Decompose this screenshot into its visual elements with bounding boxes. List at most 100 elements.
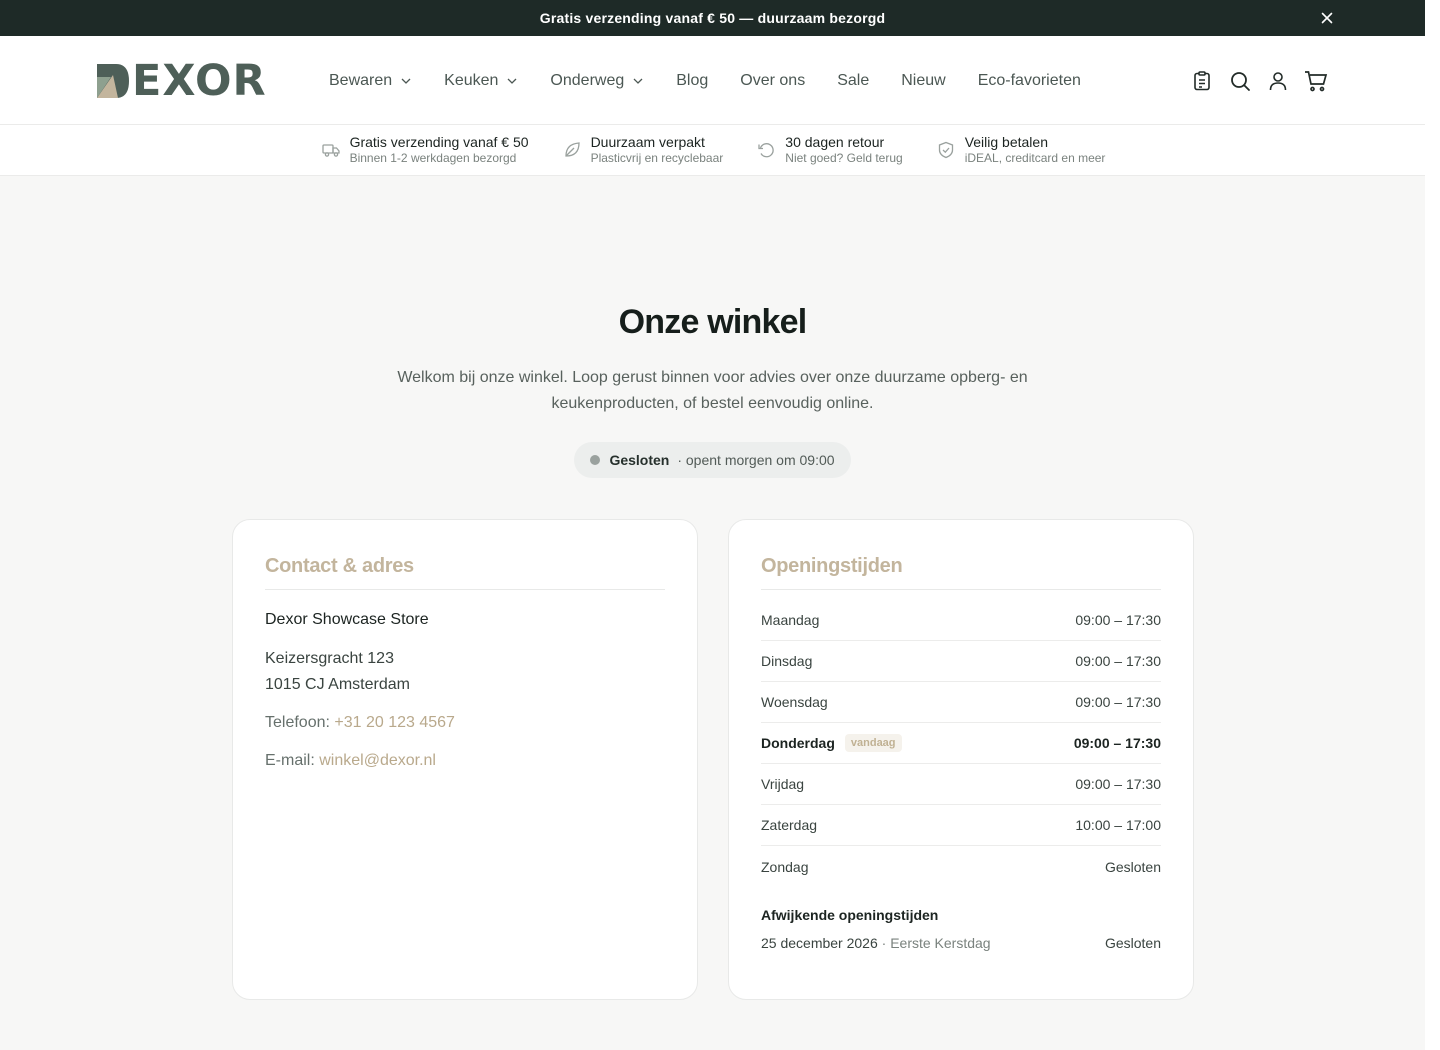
email-line: E-mail: winkel@dexor.nl bbox=[265, 748, 665, 774]
address-city: 1015 CJ Amsterdam bbox=[265, 676, 410, 693]
usp-subtitle: Niet goed? Geld terug bbox=[785, 151, 903, 165]
brand-logo[interactable]: EXOR bbox=[96, 56, 267, 106]
deviating-date: 25 december 2026 bbox=[761, 935, 878, 951]
leaf-icon bbox=[564, 142, 580, 157]
usp-title: Veilig betalen bbox=[964, 134, 1048, 150]
day-hours: 09:00 – 17:30 bbox=[1075, 653, 1161, 669]
page-title: Onze winkel bbox=[618, 303, 808, 341]
main-nav: Bewaren Keuken Onderweg Blog Over ons Sa… bbox=[329, 36, 1113, 125]
brand-name: EXOR bbox=[132, 56, 267, 106]
today-badge: vandaag bbox=[844, 734, 902, 752]
phone-label: Telefoon: bbox=[265, 714, 330, 731]
announcement-text: Gratis verzending vanaf € 50 — duurzaam … bbox=[539, 10, 886, 26]
deviating-hours-title: Afwijkende openingstijden bbox=[761, 907, 939, 923]
nav-item-onderweg[interactable]: Onderweg bbox=[550, 72, 644, 90]
day-hours: 09:00 – 17:30 bbox=[1075, 776, 1161, 792]
hours-row: Woensdag 09:00 – 17:30 bbox=[761, 682, 1161, 723]
store-address: Keizersgracht 123 1015 CJ Amsterdam bbox=[265, 646, 665, 698]
day-hours: 09:00 – 17:30 bbox=[1075, 694, 1161, 710]
day-cell: Donderdag vandaag bbox=[761, 734, 902, 752]
email-label: E-mail: bbox=[265, 752, 315, 769]
usp-item-payment: Veilig betalen iDEAL, creditcard en meer bbox=[937, 134, 1106, 166]
nav-item-bewaren[interactable]: Bewaren bbox=[329, 72, 412, 90]
announcement-bar: Gratis verzending vanaf € 50 — duurzaam … bbox=[0, 0, 1425, 36]
status-detail: · opent morgen om 09:00 bbox=[677, 452, 835, 468]
account-icon[interactable] bbox=[1266, 69, 1290, 93]
hours-row: Zondag Gesloten bbox=[761, 846, 1161, 887]
deviating-note: · Eerste Kerstdag bbox=[881, 935, 991, 951]
status-dot-icon bbox=[590, 455, 601, 465]
deviating-status: Gesloten bbox=[1104, 935, 1161, 951]
day-hours: 10:00 – 17:00 bbox=[1075, 817, 1161, 833]
nav-item-eco-favorieten[interactable]: Eco-favorieten bbox=[978, 72, 1081, 90]
usp-item-shipping: Gratis verzending vanaf € 50 Binnen 1-2 … bbox=[321, 134, 529, 166]
phone-link[interactable]: +31 20 123 4567 bbox=[334, 714, 455, 731]
day-name: Woensdag bbox=[761, 694, 828, 710]
usp-title: Gratis verzending vanaf € 50 bbox=[349, 134, 529, 150]
store-info-cards: Contact & adres Dexor Showcase Store Kei… bbox=[232, 519, 1194, 1000]
hours-row: Maandag 09:00 – 17:30 bbox=[761, 600, 1161, 641]
day-name: Vrijdag bbox=[761, 776, 805, 792]
chevron-down-icon bbox=[507, 78, 517, 84]
nav-label: Bewaren bbox=[329, 71, 393, 89]
return-icon bbox=[758, 143, 775, 158]
day-name: Dinsdag bbox=[761, 653, 813, 669]
deviating-hours-row: 25 december 2026 · Eerste Kerstdag Geslo… bbox=[761, 935, 1161, 951]
search-icon[interactable] bbox=[1228, 69, 1252, 93]
hours-table: Maandag 09:00 – 17:30 Dinsdag 09:00 – 17… bbox=[761, 600, 1161, 887]
nav-label: Over ons bbox=[740, 71, 806, 89]
day-hours: 09:00 – 17:30 bbox=[1075, 612, 1161, 628]
shield-icon bbox=[938, 141, 953, 159]
usp-subtitle: iDEAL, creditcard en meer bbox=[964, 151, 1106, 165]
opening-hours-title: Openingstijden bbox=[761, 553, 1161, 590]
hours-row-today: Donderdag vandaag 09:00 – 17:30 bbox=[761, 723, 1161, 764]
nav-item-nieuw[interactable]: Nieuw bbox=[901, 72, 945, 90]
day-name: Zaterdag bbox=[761, 817, 818, 833]
nav-label: Keuken bbox=[444, 71, 499, 89]
logo-mark-icon bbox=[97, 64, 129, 98]
scrollbar-track[interactable] bbox=[1425, 0, 1440, 1050]
truck-icon bbox=[321, 144, 340, 157]
clipboard-icon[interactable] bbox=[1190, 69, 1214, 93]
status-badge: Gesloten · opent morgen om 09:00 bbox=[574, 442, 851, 478]
nav-label: Nieuw bbox=[901, 71, 946, 89]
close-icon[interactable] bbox=[1319, 10, 1335, 26]
deviating-date-cell: 25 december 2026 · Eerste Kerstdag bbox=[761, 935, 991, 951]
usp-item-packaging: Duurzaam verpakt Plasticvrij en recycleb… bbox=[563, 134, 723, 166]
day-name: Maandag bbox=[761, 612, 820, 628]
day-name: Donderdag bbox=[761, 735, 835, 751]
header-actions bbox=[1190, 36, 1342, 125]
cart-icon[interactable] bbox=[1304, 69, 1328, 93]
nav-label: Eco-favorieten bbox=[977, 71, 1081, 89]
store-name: Dexor Showcase Store bbox=[265, 611, 429, 628]
phone-line: Telefoon: +31 20 123 4567 bbox=[265, 710, 665, 736]
page: Gratis verzending vanaf € 50 — duurzaam … bbox=[0, 0, 1425, 1050]
chevron-down-icon bbox=[633, 78, 643, 84]
chevron-down-icon bbox=[401, 78, 411, 84]
usp-item-returns: 30 dagen retour Niet goed? Geld terug bbox=[757, 134, 903, 166]
usp-bar: Gratis verzending vanaf € 50 Binnen 1-2 … bbox=[0, 125, 1425, 176]
email-link[interactable]: winkel@dexor.nl bbox=[319, 752, 436, 769]
nav-label: Blog bbox=[676, 71, 709, 89]
day-name: Zondag bbox=[761, 858, 809, 875]
status-label: Gesloten bbox=[609, 452, 670, 468]
usp-title: Duurzaam verpakt bbox=[590, 134, 705, 150]
site-header: EXOR Bewaren Keuken Onderweg Blog Over o… bbox=[0, 36, 1425, 125]
hours-row: Dinsdag 09:00 – 17:30 bbox=[761, 641, 1161, 682]
opening-hours-card: Openingstijden Maandag 09:00 – 17:30 Din… bbox=[728, 519, 1194, 1000]
nav-item-keuken[interactable]: Keuken bbox=[444, 72, 518, 90]
day-hours: 09:00 – 17:30 bbox=[1073, 735, 1161, 751]
nav-item-blog[interactable]: Blog bbox=[676, 72, 708, 90]
intro-text: Welkom bij onze winkel. Loop gerust binn… bbox=[397, 369, 1028, 412]
nav-label: Sale bbox=[837, 71, 870, 89]
usp-subtitle: Binnen 1-2 werkdagen bezorgd bbox=[349, 151, 517, 165]
nav-item-over-ons[interactable]: Over ons bbox=[740, 72, 805, 90]
day-hours: Gesloten bbox=[1104, 858, 1161, 875]
hours-row: Zaterdag 10:00 – 17:00 bbox=[761, 805, 1161, 846]
nav-item-sale[interactable]: Sale bbox=[837, 72, 869, 90]
store-hero: Onze winkel Welkom bij onze winkel. Loop… bbox=[0, 176, 1425, 478]
hours-row: Vrijdag 09:00 – 17:30 bbox=[761, 764, 1161, 805]
contact-title: Contact & adres bbox=[265, 553, 665, 590]
address-street: Keizersgracht 123 bbox=[265, 650, 394, 667]
nav-label: Onderweg bbox=[550, 71, 625, 89]
